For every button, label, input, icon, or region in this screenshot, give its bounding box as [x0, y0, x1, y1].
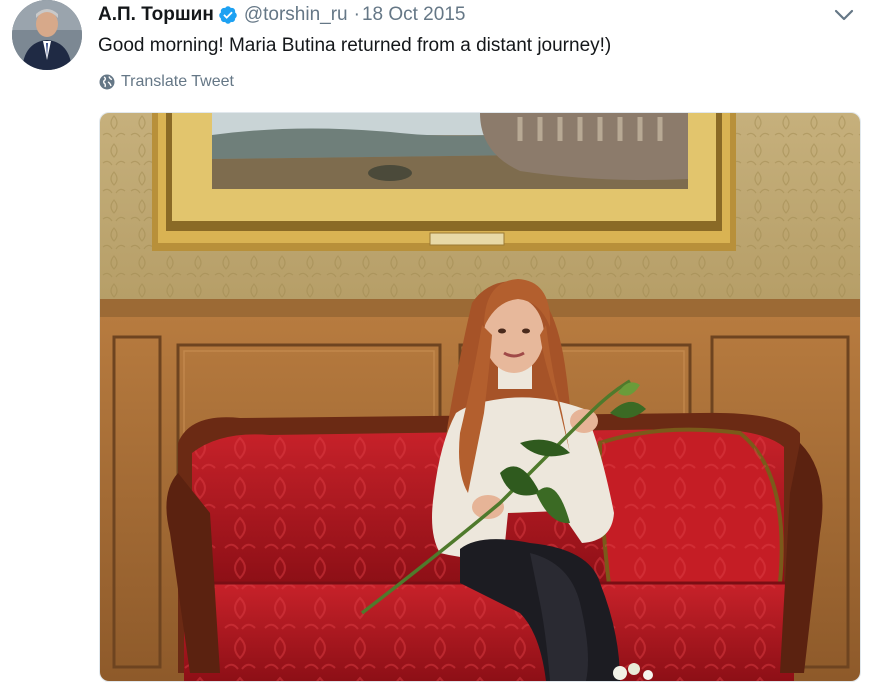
tweet-date[interactable]: 18 Oct 2015	[362, 4, 466, 26]
user-handle[interactable]: @torshin_ru	[244, 4, 348, 26]
verified-badge-icon	[219, 6, 237, 24]
display-name[interactable]: А.П. Торшин	[98, 4, 214, 26]
chevron-down-icon[interactable]	[833, 6, 855, 24]
author-avatar[interactable]	[12, 0, 82, 70]
tweet-text: Good morning! Maria Butina returned from…	[98, 35, 612, 56]
tweet-photo[interactable]	[99, 112, 861, 682]
translate-label: Translate Tweet	[121, 73, 234, 90]
avatar-image	[12, 0, 82, 70]
translate-tweet-link[interactable]: Translate Tweet	[99, 73, 234, 91]
photo-scene	[100, 113, 860, 681]
globe-icon	[99, 74, 115, 90]
tweet-header: А.П. Торшин @torshin_ru · 18 Oct 2015	[98, 3, 465, 27]
separator-dot: ·	[353, 4, 360, 25]
